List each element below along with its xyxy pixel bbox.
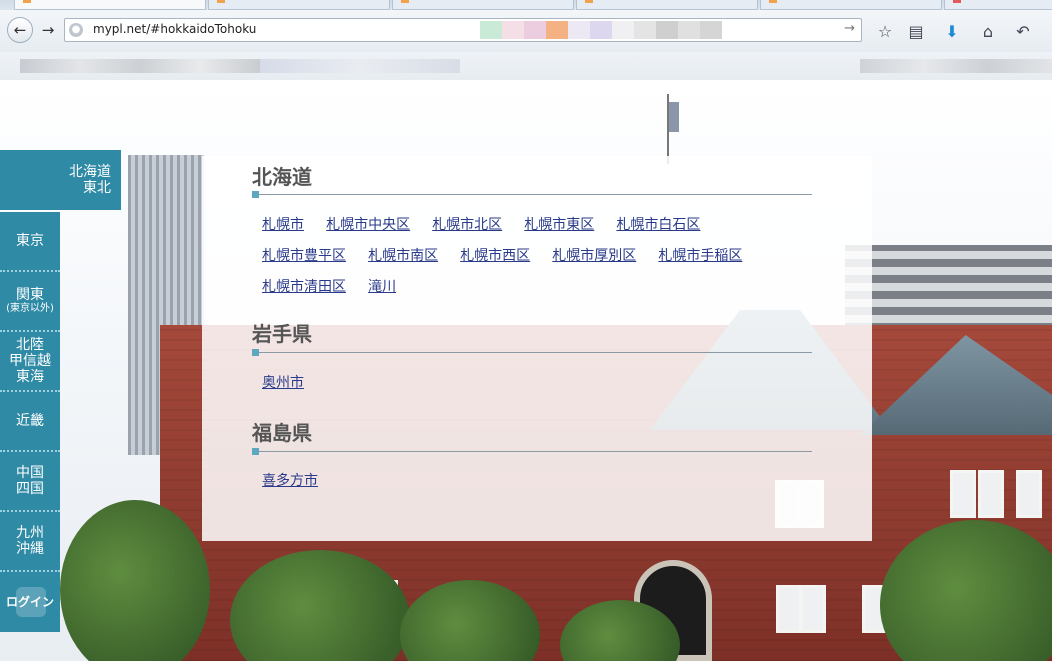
tab-favicon [953, 0, 961, 3]
page-viewport: 北海道 札幌市 札幌市中央区 札幌市北区 札幌市東区 札幌市白石区 札幌市豊平区… [0, 80, 1052, 661]
link-row: 札幌市 札幌市中央区 札幌市北区 札幌市東区 札幌市白石区 [262, 214, 822, 245]
tab[interactable] [576, 0, 758, 10]
section-divider [252, 352, 812, 353]
sidebar-item-label: 九州 [16, 525, 44, 541]
sidebar-item-hokkaido-tohoku[interactable]: 北海道 東北 [0, 150, 121, 210]
download-icon[interactable]: ⬇ [941, 20, 963, 42]
sidebar-item-kinki[interactable]: 近畿 [0, 392, 60, 452]
sidebar-item-kyushu-okinawa[interactable]: 九州 沖縄 [0, 512, 60, 572]
background-window [776, 585, 802, 633]
sidebar-item-label: 東北 [83, 180, 111, 196]
link-row: 札幌市豊平区 札幌市南区 札幌市西区 札幌市厚別区 札幌市手稲区 [262, 245, 822, 276]
tab-favicon [401, 0, 409, 3]
city-links-iwate: 奥州市 [262, 372, 822, 403]
area-list-panel: 北海道 札幌市 札幌市中央区 札幌市北区 札幌市東区 札幌市白石区 札幌市豊平区… [202, 156, 872, 541]
background-window [978, 470, 1004, 518]
sidebar-item-label: 近畿 [16, 413, 44, 429]
section-marker [252, 349, 259, 356]
browser-toolbar: ← → ● mypl.net/#hokkaidoTohoku → ☆ ▤ ⬇ ⌂… [0, 10, 1052, 52]
city-link[interactable]: 札幌市北区 [432, 215, 502, 245]
section-title-fukushima: 福島県 [252, 421, 312, 445]
link-row: 札幌市清田区 滝川 [262, 276, 822, 307]
sidebar-item-label: 四国 [16, 481, 44, 497]
city-link[interactable]: 札幌市中央区 [326, 215, 410, 245]
city-link[interactable]: 札幌市豊平区 [262, 246, 346, 276]
section-divider [252, 194, 812, 195]
undo-icon[interactable]: ↶ [1012, 20, 1034, 42]
city-link[interactable]: 札幌市西区 [460, 246, 530, 276]
city-link[interactable]: 滝川 [368, 277, 396, 307]
background-window [1016, 470, 1042, 518]
sidebar-item-sublabel: (東京以外) [6, 303, 54, 314]
city-link[interactable]: 札幌市南区 [368, 246, 438, 276]
obscured-bookmarks [860, 59, 1052, 73]
login-button[interactable]: ログイン [0, 572, 60, 632]
region-sidebar: 北海道 東北 東京 関東 (東京以外) 北陸 甲信越 東海 近畿 中国 四国 九… [0, 80, 122, 661]
sidebar-item-label: 関東 [16, 287, 44, 303]
sidebar-item-label: 東海 [16, 369, 44, 385]
back-arrow-icon: ← [13, 21, 27, 39]
site-identity-icon: ● [69, 23, 83, 37]
sidebar-item-hokuriku-koshinetsu-tokai[interactable]: 北陸 甲信越 東海 [0, 332, 60, 392]
url-text[interactable]: mypl.net/#hokkaidoTohoku [93, 22, 256, 36]
city-link[interactable]: 札幌市厚別区 [552, 246, 636, 276]
section-divider [252, 451, 812, 452]
tab-favicon [217, 0, 225, 3]
tab[interactable] [208, 0, 390, 10]
sidebar-item-label: 北海道 [69, 164, 111, 180]
obscured-region [480, 21, 722, 39]
city-link[interactable]: 札幌市清田区 [262, 277, 346, 307]
tab-favicon [585, 0, 593, 3]
bookmark-star-icon[interactable]: ☆ [874, 20, 896, 42]
sidebar-item-label: 沖縄 [16, 541, 44, 557]
forward-button[interactable]: → [38, 19, 58, 41]
go-button-icon[interactable]: → [844, 21, 855, 36]
sidebar-item-label: 北陸 [16, 337, 44, 353]
section-marker [252, 191, 259, 198]
back-button[interactable]: ← [7, 17, 33, 43]
city-link[interactable]: 喜多方市 [262, 471, 318, 501]
tab[interactable] [944, 0, 1052, 10]
bookmarks-bar [0, 52, 1052, 81]
sidebar-item-chugoku-shikoku[interactable]: 中国 四国 [0, 452, 60, 512]
city-link[interactable]: 札幌市白石区 [616, 215, 700, 245]
background-flag [669, 102, 679, 132]
tab-active[interactable] [14, 0, 206, 10]
tab[interactable] [392, 0, 574, 10]
login-label: ログイン [5, 595, 54, 609]
sidebar-item-kanto[interactable]: 関東 (東京以外) [0, 272, 60, 332]
reading-list-icon[interactable]: ▤ [905, 20, 927, 42]
background-window [800, 585, 826, 633]
city-link[interactable]: 札幌市 [262, 215, 304, 245]
forward-arrow-icon: → [41, 21, 55, 39]
city-link[interactable]: 札幌市東区 [524, 215, 594, 245]
city-links-hokkaido: 札幌市 札幌市中央区 札幌市北区 札幌市東区 札幌市白石区 札幌市豊平区 札幌市… [262, 214, 822, 307]
section-title-iwate: 岩手県 [252, 322, 312, 346]
sidebar-item-label: 中国 [16, 465, 44, 481]
section-title-hokkaido: 北海道 [252, 165, 312, 189]
sidebar-item-tokyo[interactable]: 東京 [0, 212, 60, 272]
tab[interactable] [760, 0, 942, 10]
sidebar-item-label: 甲信越 [9, 353, 51, 369]
section-marker [252, 448, 259, 455]
tab-favicon [769, 0, 777, 3]
home-icon[interactable]: ⌂ [977, 20, 999, 42]
address-bar[interactable]: ● mypl.net/#hokkaidoTohoku → [64, 18, 862, 42]
background-window [950, 470, 976, 518]
city-links-fukushima: 喜多方市 [262, 470, 822, 501]
city-link[interactable]: 奥州市 [262, 373, 304, 403]
obscured-bookmarks [260, 59, 460, 73]
sidebar-item-label: 東京 [16, 233, 44, 249]
city-link[interactable]: 札幌市手稲区 [658, 246, 742, 276]
obscured-bookmarks [20, 59, 260, 73]
tab-favicon [23, 0, 31, 3]
